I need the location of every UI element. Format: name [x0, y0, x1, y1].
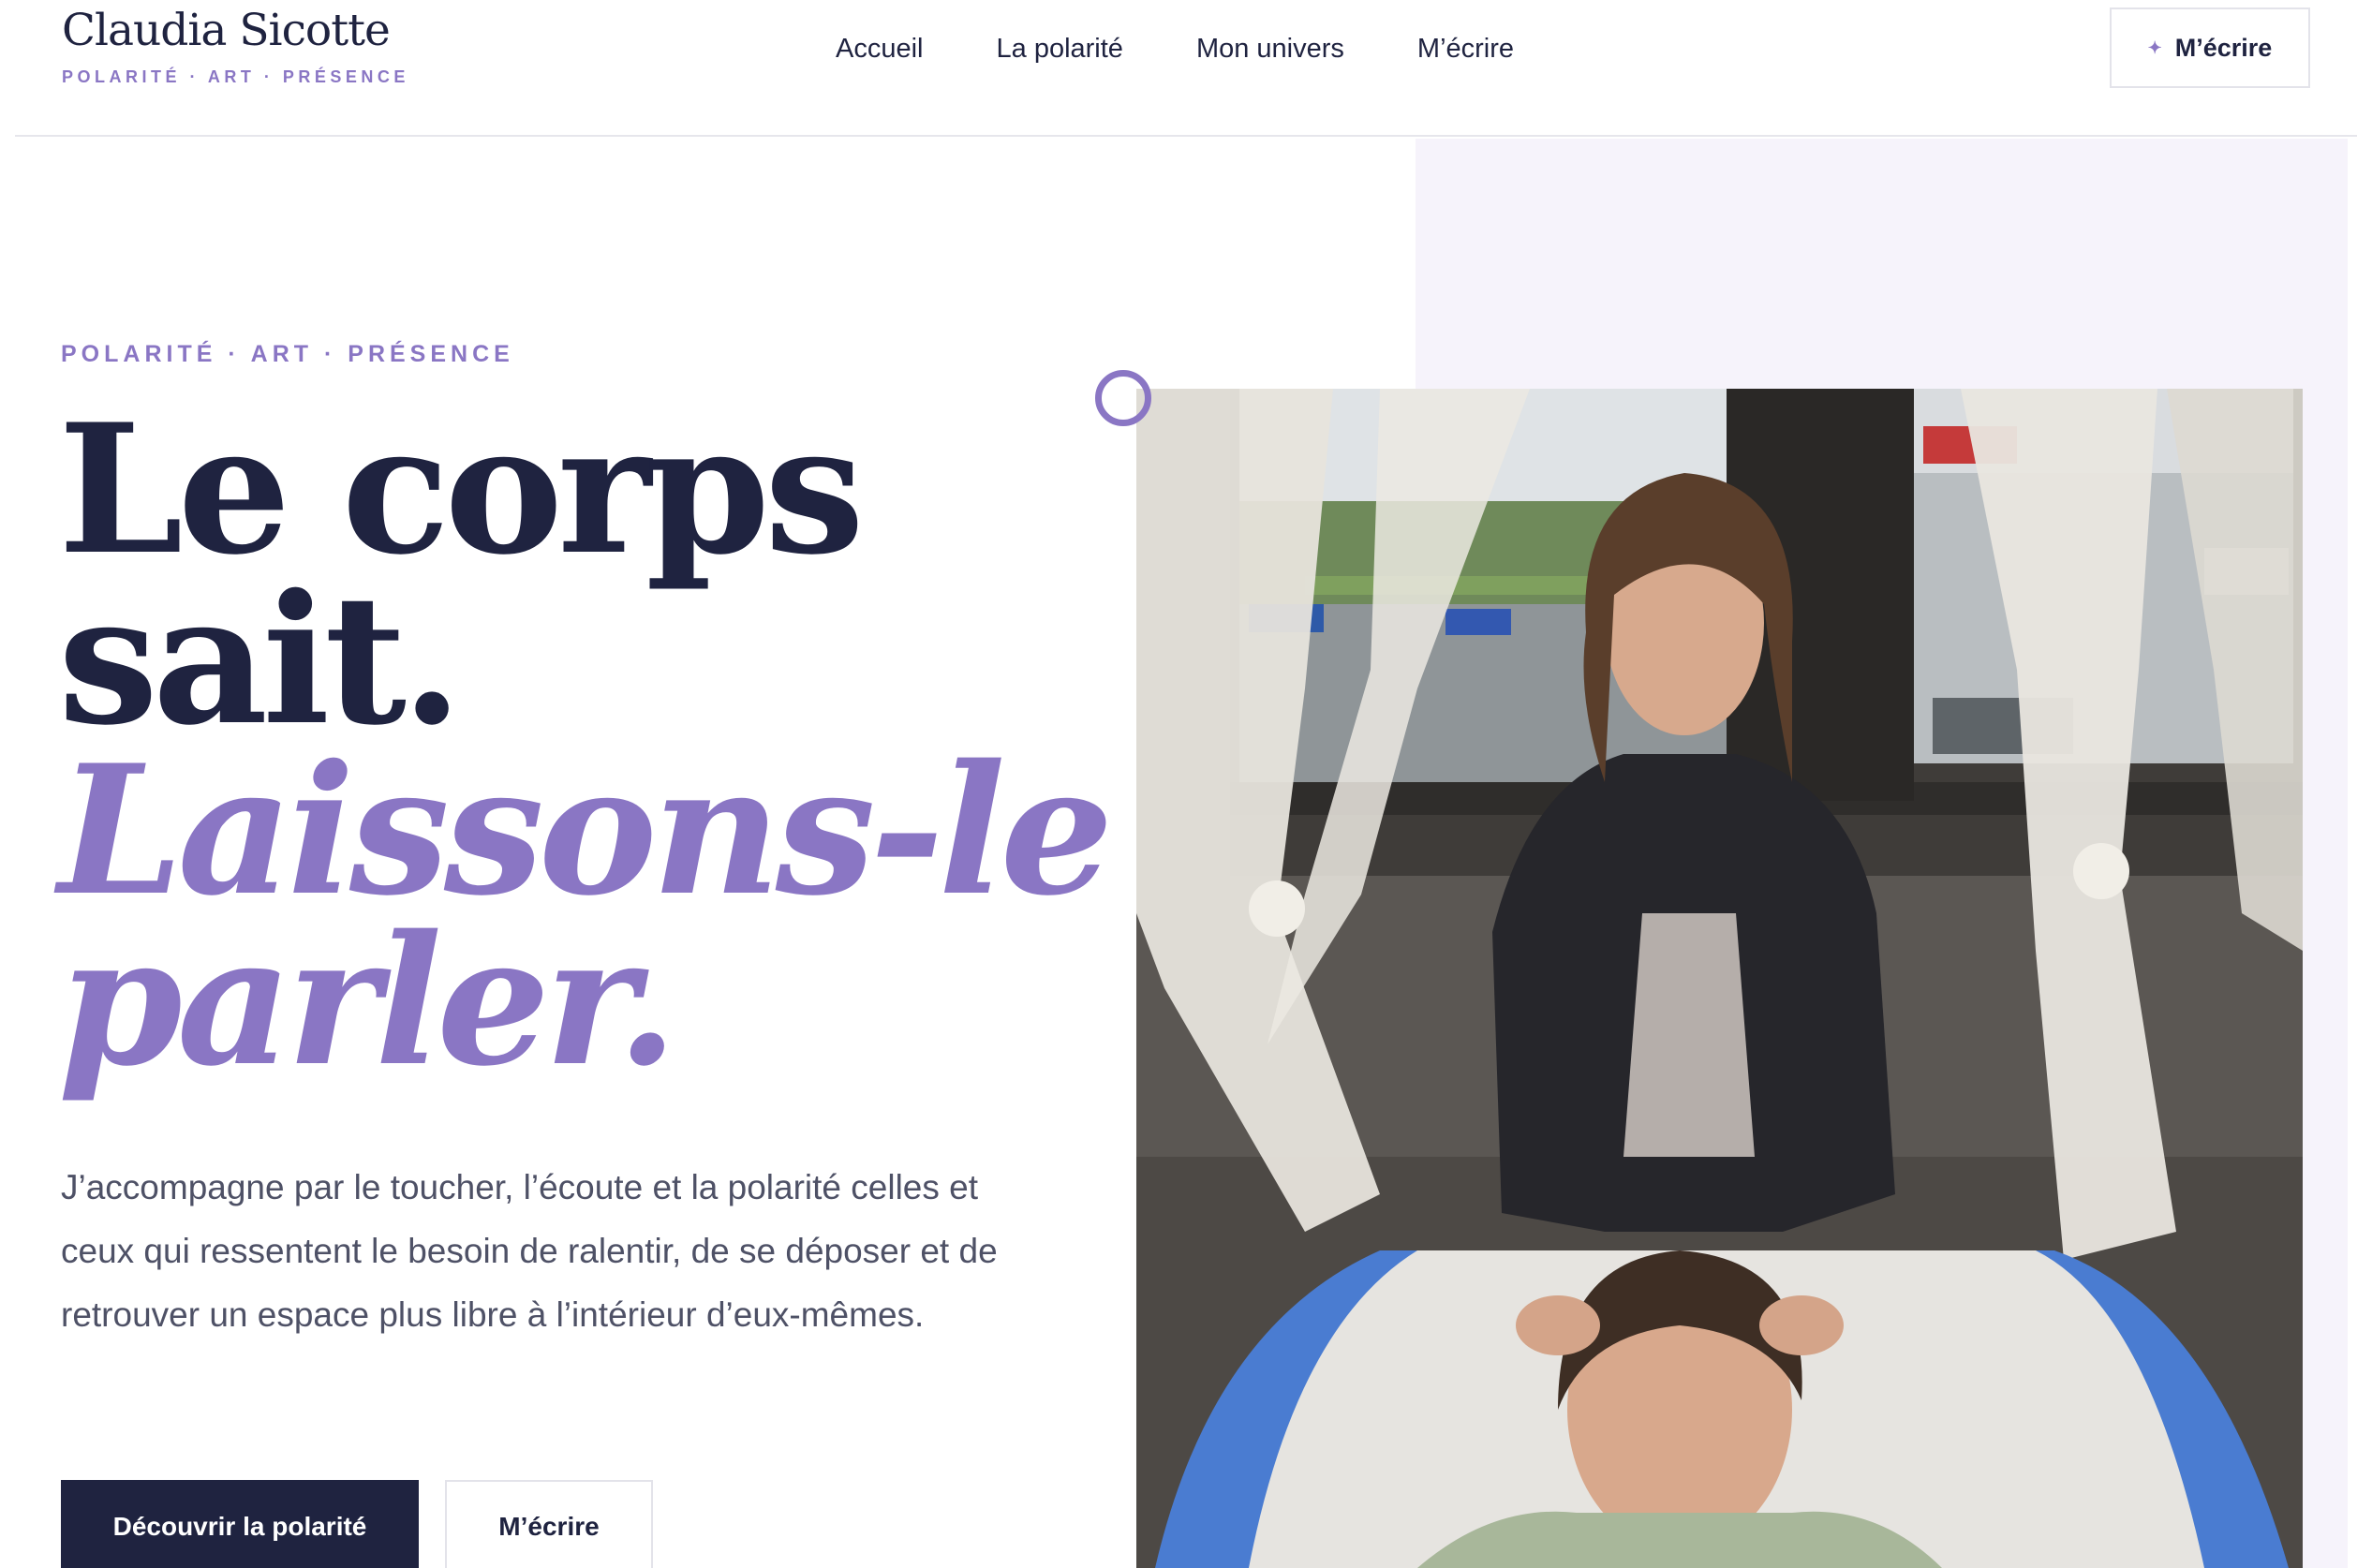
- header-contact-button[interactable]: ✦ M’écrire: [2110, 7, 2310, 88]
- contact-button[interactable]: M’écrire: [445, 1480, 653, 1568]
- headline-line-4: parler.: [58, 896, 678, 1105]
- hero-headline: Le corps sait. Laissons-le parler.: [58, 385, 1114, 1105]
- brand-tagline: POLARITÉ · ART · PRÉSENCE: [62, 67, 409, 86]
- nav-item-mecrire[interactable]: M’écrire: [1417, 32, 1514, 66]
- discover-polarity-button[interactable]: Découvrir la polarité: [61, 1480, 419, 1568]
- therapy-session-photo: [1136, 389, 2303, 1568]
- header-contact-label: M’écrire: [2174, 33, 2273, 62]
- sparkle-icon: ✦: [2147, 37, 2162, 57]
- nav-item-mon-univers[interactable]: Mon univers: [1196, 32, 1344, 66]
- hero-description: J’accompagne par le toucher, l’écoute et…: [61, 1168, 998, 1334]
- nav-item-accueil[interactable]: Accueil: [836, 32, 924, 66]
- main-nav: Accueil La polarité Mon univers M’écrire: [836, 32, 1587, 66]
- hero-photo: [1136, 389, 2303, 1568]
- headline-line-3: Laissons-le: [58, 726, 1114, 935]
- site-header: Claudia Sicotte POLARITÉ · ART · PRÉSENC…: [15, 0, 2357, 137]
- brand-logo[interactable]: Claudia Sicotte POLARITÉ · ART · PRÉSENC…: [62, 4, 409, 87]
- brand-name: Claudia Sicotte: [62, 5, 391, 56]
- nav-item-la-polarite[interactable]: La polarité: [997, 32, 1123, 66]
- hero-eyebrow: POLARITÉ · ART · PRÉSENCE: [61, 341, 514, 367]
- headline-line-2: sait.: [58, 555, 463, 764]
- headline-line-1: Le corps: [58, 385, 865, 594]
- decorative-ring: [1095, 370, 1151, 426]
